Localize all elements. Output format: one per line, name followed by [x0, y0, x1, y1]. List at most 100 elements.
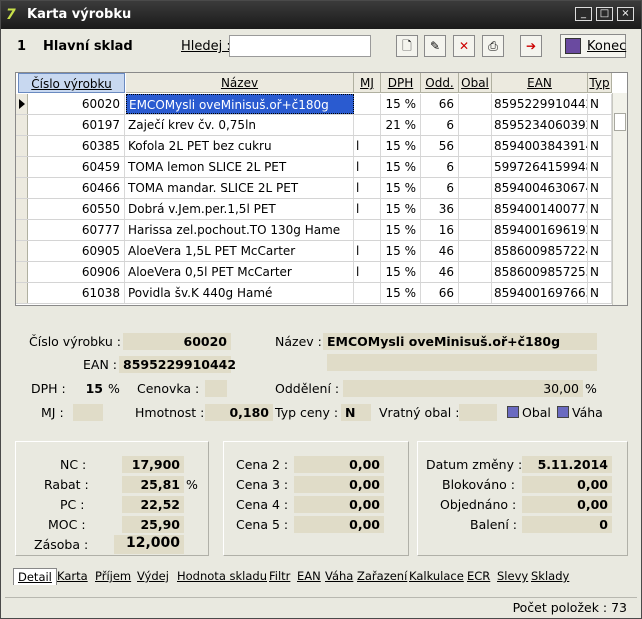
cell-mj: l — [354, 157, 381, 177]
table-row[interactable]: 61038 Povidla šv.K 440g Hamé 15 % 66 8594001… — [16, 283, 612, 304]
exit-button[interactable]: Konec — [560, 34, 626, 58]
row-indicator — [16, 136, 28, 156]
cell-ean: 8586009857224 — [492, 241, 588, 261]
rabat-label: Rabat : — [44, 477, 89, 492]
column-header-cislo[interactable]: Číslo výrobku — [18, 73, 125, 93]
tab-hodnota-skladu[interactable]: Hodnota skladu — [177, 568, 267, 585]
cell-nazev: Kofola 2L PET bez cukru — [126, 136, 354, 156]
warehouse-name: Hlavní sklad — [43, 39, 133, 54]
datum-label: Datum změny : — [426, 457, 523, 472]
row-indicator — [16, 241, 28, 261]
blokovano-label: Blokováno : — [442, 477, 515, 492]
cell-ean: 8586009857255 — [492, 262, 588, 282]
cell-odd: 6 — [421, 178, 459, 198]
tab-karta[interactable]: Karta — [57, 568, 88, 585]
delete-item-icon[interactable]: ✕ — [453, 35, 475, 57]
column-header-ean[interactable]: EAN — [492, 73, 588, 93]
cell-obal — [459, 136, 492, 156]
tab-detail[interactable]: Detail — [13, 568, 57, 585]
table-row[interactable]: 60906 AloeVera 0,5l PET McCarter l 15 % 46 85… — [16, 262, 612, 283]
warehouse-number: 1 — [17, 39, 27, 54]
column-header-odd[interactable]: Odd. — [421, 73, 459, 93]
search-input[interactable] — [229, 35, 371, 57]
cena5-value: 0,00 — [294, 516, 384, 533]
vaha-checkbox[interactable] — [557, 406, 569, 418]
scrollbar-thumb[interactable] — [614, 113, 626, 131]
cell-cislo: 60905 — [28, 241, 125, 261]
new-item-icon[interactable]: 🗋 — [396, 35, 418, 57]
vaha-checkbox-label: Váha — [572, 405, 603, 420]
table-row[interactable]: 60459 TOMA lemon SLICE 2L PET l 15 % 6 599726… — [16, 157, 612, 178]
edit-item-icon[interactable]: ✎ — [424, 35, 446, 57]
cell-typ: N — [588, 220, 612, 240]
baleni-label: Balení : — [470, 517, 517, 532]
cell-mj — [354, 115, 381, 135]
tab-zařazení[interactable]: Zařazení — [357, 568, 407, 585]
obal-checkbox-label: Obal — [522, 405, 551, 420]
cenovka-label: Cenovka : — [137, 381, 200, 396]
close-button[interactable]: × — [617, 7, 634, 21]
table-row[interactable]: 60777 Harissa zel.pochout.TO 130g Hame 15 … — [16, 220, 612, 241]
cell-ean: 8595234060392 — [492, 115, 588, 135]
cell-dph: 15 % — [381, 136, 421, 156]
cell-dph: 21 % — [381, 115, 421, 135]
column-header-obal[interactable]: Obal — [459, 73, 492, 93]
table-scrollbar[interactable] — [612, 93, 627, 305]
tab-ecr[interactable]: ECR — [467, 568, 490, 585]
table-row[interactable]: 60905 AloeVera 1,5L PET McCarter l 15 % 46 85… — [16, 241, 612, 262]
print-icon[interactable]: ⎙ — [482, 35, 504, 57]
cell-mj: l — [354, 136, 381, 156]
tab-filtr[interactable]: Filtr — [269, 568, 290, 585]
tab-váha[interactable]: Váha — [325, 568, 353, 585]
cell-odd: 36 — [421, 199, 459, 219]
detail-panel: Číslo výrobku : 60020 Název : EMCOMysli … — [15, 320, 628, 432]
cell-obal — [459, 220, 492, 240]
tab-slevy[interactable]: Slevy — [497, 568, 528, 585]
cell-odd: 66 — [421, 94, 459, 114]
tab-kalkulace[interactable]: Kalkulace — [409, 568, 464, 585]
item-count: Počet položek : 73 — [512, 600, 627, 615]
export-icon[interactable]: ➔ — [520, 35, 542, 57]
cell-obal — [459, 157, 492, 177]
cell-odd: 46 — [421, 241, 459, 261]
cell-typ: N — [588, 241, 612, 261]
row-indicator — [16, 115, 28, 135]
column-header-nazev[interactable]: Název — [126, 73, 354, 93]
cell-mj — [354, 283, 381, 303]
zasoba-label: Zásoba : — [34, 537, 89, 552]
table-row[interactable]: 60385 Kofola 2L PET bez cukru l 15 % 56 85940… — [16, 136, 612, 157]
tab-výdej[interactable]: Výdej — [137, 568, 169, 585]
table-row[interactable]: 60197 Zaječí krev čv. 0,75ln 21 % 6 85952340… — [16, 115, 612, 136]
dph-unit: % — [108, 381, 120, 396]
cell-ean: 5997264159948 — [492, 157, 588, 177]
cell-ean: 8595229910442 — [492, 94, 588, 114]
cell-dph: 15 % — [381, 220, 421, 240]
tab-ean[interactable]: EAN — [297, 568, 321, 585]
rabat-unit: % — [186, 477, 198, 492]
table-row[interactable]: 60466 TOMA mandar. SLICE 2L PET l 15 % 6 8594… — [16, 178, 612, 199]
column-header-typ[interactable]: Typ — [588, 73, 612, 93]
row-indicator — [16, 283, 28, 303]
tab-příjem[interactable]: Příjem — [95, 568, 131, 585]
row-indicator — [16, 199, 28, 219]
datum-value: 5.11.2014 — [522, 456, 612, 473]
cell-obal — [459, 115, 492, 135]
dph-label: DPH : — [31, 381, 66, 396]
cell-typ: N — [588, 283, 612, 303]
tab-sklady[interactable]: Sklady — [531, 568, 569, 585]
cell-typ: N — [588, 262, 612, 282]
column-header-mj[interactable]: MJ — [354, 73, 381, 93]
table-row[interactable]: 60550 Dobrá v.Jem.per.1,5l PET l 15 % 36 8594… — [16, 199, 612, 220]
cell-obal — [459, 262, 492, 282]
pc-value: 22,52 — [122, 496, 184, 513]
table-row[interactable]: 60020 EMCOMysli oveMinisuš.oř+č180g 15 % 66… — [16, 94, 612, 115]
maximize-button[interactable]: □ — [596, 7, 613, 21]
moc-value: 25,90 — [122, 516, 184, 533]
minimize-button[interactable]: _ — [575, 7, 592, 21]
cell-typ: N — [588, 94, 612, 114]
row-indicator — [16, 262, 28, 282]
blokovano-value: 0,00 — [522, 476, 612, 493]
column-header-dph[interactable]: DPH — [381, 73, 421, 93]
ean-value: 8595229910442 — [119, 356, 236, 373]
obal-checkbox[interactable] — [507, 406, 519, 418]
